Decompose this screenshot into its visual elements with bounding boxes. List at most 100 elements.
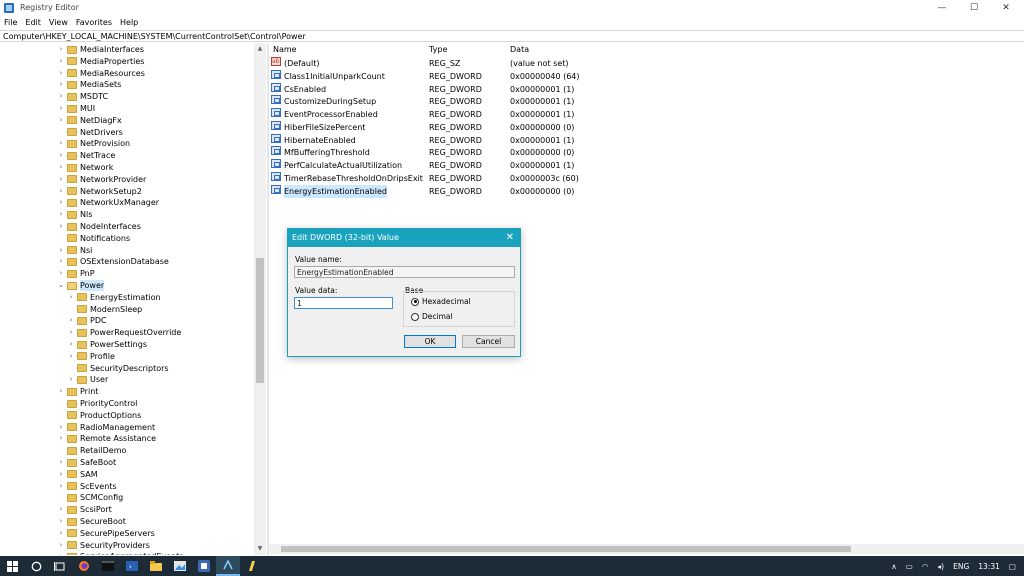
- chevron-right-icon[interactable]: ›: [67, 339, 75, 350]
- search-circle-icon[interactable]: [24, 556, 48, 576]
- scroll-up-icon[interactable]: ▲: [254, 43, 266, 53]
- tree-item-remote-assistance[interactable]: › Remote Assistance: [57, 433, 156, 444]
- tree-item-securitydescriptors[interactable]: SecurityDescriptors: [67, 363, 169, 374]
- tree-item-power[interactable]: ⌄ Power: [57, 280, 105, 291]
- dialog-close-icon[interactable]: ✕: [506, 229, 514, 247]
- powershell-icon[interactable]: ›: [120, 556, 144, 576]
- language-indicator[interactable]: ENG: [953, 562, 969, 571]
- tree-item-retaildemo[interactable]: RetailDemo: [57, 445, 126, 456]
- tree-item-safeboot[interactable]: › SafeBoot: [57, 457, 117, 468]
- radio-unchecked-icon[interactable]: [411, 312, 419, 321]
- chevron-right-icon[interactable]: ›: [57, 551, 65, 555]
- tree-scroll-thumb[interactable]: [256, 258, 264, 383]
- chevron-right-icon[interactable]: ›: [67, 315, 75, 326]
- chevron-right-icon[interactable]: ›: [57, 528, 65, 539]
- value-row[interactable]: TimerRebaseThresholdOnDripsExit REG_DWORD…: [269, 171, 1024, 185]
- chevron-right-icon[interactable]: ›: [57, 540, 65, 551]
- tree-item-pnp[interactable]: › PnP: [57, 268, 95, 279]
- menu-help[interactable]: Help: [120, 18, 138, 27]
- tree-item-radiomanagement[interactable]: › RadioManagement: [57, 422, 156, 433]
- tree-item-networksetup2[interactable]: › NetworkSetup2: [57, 186, 142, 197]
- tree-item-nodeinterfaces[interactable]: › NodeInterfaces: [57, 221, 141, 232]
- tree-item-prioritycontrol[interactable]: PriorityControl: [57, 398, 137, 409]
- radio-checked-icon[interactable]: [411, 297, 419, 306]
- value-row[interactable]: MfBufferingThreshold REG_DWORD 0x00000000 …: [269, 146, 1024, 159]
- tree-item-user[interactable]: › User: [67, 374, 109, 385]
- tree-item-osextensiondatabase[interactable]: › OSExtensionDatabase: [57, 256, 169, 267]
- tree-item-modernsleep[interactable]: ModernSleep: [67, 304, 142, 315]
- photos-icon[interactable]: [168, 556, 192, 576]
- tree-item-nls[interactable]: › Nls: [57, 209, 93, 220]
- chevron-right-icon[interactable]: ›: [57, 221, 65, 232]
- value-row[interactable]: CustomizeDuringSetup REG_DWORD 0x00000001 …: [269, 95, 1024, 108]
- minimize-button[interactable]: —: [926, 0, 958, 15]
- chevron-right-icon[interactable]: ›: [57, 44, 65, 55]
- tree-item-securepipeservers[interactable]: › SecurePipeServers: [57, 528, 155, 539]
- chevron-right-icon[interactable]: ›: [57, 150, 65, 161]
- battery-icon[interactable]: ▭: [906, 562, 913, 571]
- tree-item-msdtc[interactable]: › MSDTC: [57, 91, 109, 102]
- tree-item-mediaproperties[interactable]: › MediaProperties: [57, 56, 145, 67]
- network-icon[interactable]: ◠: [922, 562, 929, 571]
- value-row[interactable]: HibernateEnabled REG_DWORD 0x00000001 (1): [269, 133, 1024, 147]
- terminal-icon[interactable]: [96, 556, 120, 576]
- chevron-right-icon[interactable]: ›: [57, 91, 65, 102]
- menu-edit[interactable]: Edit: [25, 18, 41, 27]
- address-bar[interactable]: Computer\HKEY_LOCAL_MACHINE\SYSTEM\Curre…: [0, 30, 1024, 42]
- value-row[interactable]: HiberFileSizePercent REG_DWORD 0x00000000 …: [269, 120, 1024, 134]
- list-scroll-thumb[interactable]: [281, 546, 851, 552]
- chevron-right-icon[interactable]: ›: [57, 56, 65, 67]
- list-horizontal-scrollbar[interactable]: [269, 544, 1024, 554]
- chevron-right-icon[interactable]: ›: [57, 68, 65, 79]
- chevron-right-icon[interactable]: ›: [67, 327, 75, 338]
- firefox-icon[interactable]: [72, 556, 96, 576]
- chevron-right-icon[interactable]: ›: [57, 422, 65, 433]
- column-data[interactable]: Data: [510, 45, 529, 54]
- tree-item-netprovision[interactable]: › NetProvision: [57, 138, 130, 149]
- tree-item-netdiagfx[interactable]: › NetDiagFx: [57, 115, 122, 126]
- column-name[interactable]: Name: [273, 45, 297, 54]
- value-row[interactable]: CsEnabled REG_DWORD 0x00000001 (1): [269, 82, 1024, 96]
- task-view-icon[interactable]: [48, 556, 72, 576]
- tree-item-networkuxmanager[interactable]: › NetworkUxManager: [57, 197, 159, 208]
- chevron-right-icon[interactable]: ›: [57, 115, 65, 126]
- chevron-right-icon[interactable]: ›: [67, 374, 75, 385]
- tree-item-networkprovider[interactable]: › NetworkProvider: [57, 174, 147, 185]
- menu-file[interactable]: File: [4, 18, 17, 27]
- chevron-right-icon[interactable]: ›: [57, 516, 65, 527]
- tree-item-serviceaggregatedevents[interactable]: › ServiceAggregatedEvents: [57, 551, 183, 555]
- app-icon-blue[interactable]: [192, 556, 216, 576]
- value-row[interactable]: PerfCalculateActualUtilization REG_DWORD 0…: [269, 159, 1024, 172]
- chevron-right-icon[interactable]: ›: [57, 79, 65, 90]
- tree-item-powersettings[interactable]: › PowerSettings: [67, 339, 147, 350]
- ok-button[interactable]: OK: [404, 335, 456, 348]
- chevron-right-icon[interactable]: ›: [57, 481, 65, 492]
- hexadecimal-radio[interactable]: Hexadecimal: [411, 297, 471, 306]
- chevron-right-icon[interactable]: ›: [57, 469, 65, 480]
- tree-item-mediaresources[interactable]: › MediaResources: [57, 68, 145, 79]
- column-type[interactable]: Type: [429, 45, 447, 54]
- tree-item-network[interactable]: › Network: [57, 162, 114, 173]
- chevron-right-icon[interactable]: ›: [57, 245, 65, 256]
- tree-item-profile[interactable]: › Profile: [67, 351, 115, 362]
- tree-item-sam[interactable]: › SAM: [57, 469, 98, 480]
- notepad-icon[interactable]: [240, 556, 264, 576]
- chevron-right-icon[interactable]: ›: [57, 103, 65, 114]
- chevron-right-icon[interactable]: ›: [57, 268, 65, 279]
- maximize-button[interactable]: ☐: [958, 0, 990, 15]
- tree-item-print[interactable]: › Print: [57, 386, 99, 397]
- clock[interactable]: 13:31: [978, 562, 1000, 571]
- chevron-right-icon[interactable]: ›: [57, 197, 65, 208]
- value-row[interactable]: Class1InitialUnparkCount REG_DWORD 0x00000…: [269, 69, 1024, 83]
- tree-item-mediasets[interactable]: › MediaSets: [57, 79, 122, 90]
- cancel-button[interactable]: Cancel: [462, 335, 515, 348]
- tree-item-securityproviders[interactable]: › SecurityProviders: [57, 540, 150, 551]
- menu-favorites[interactable]: Favorites: [76, 18, 112, 27]
- tree-item-scmconfig[interactable]: SCMConfig: [57, 492, 123, 503]
- chevron-right-icon[interactable]: ›: [57, 209, 65, 220]
- value-row[interactable]: (Default) REG_SZ (value not set): [269, 55, 1024, 70]
- tree-item-nettrace[interactable]: › NetTrace: [57, 150, 116, 161]
- chevron-right-icon[interactable]: ›: [57, 504, 65, 515]
- chevron-right-icon[interactable]: ›: [57, 138, 65, 149]
- chevron-down-icon[interactable]: ⌄: [57, 280, 65, 291]
